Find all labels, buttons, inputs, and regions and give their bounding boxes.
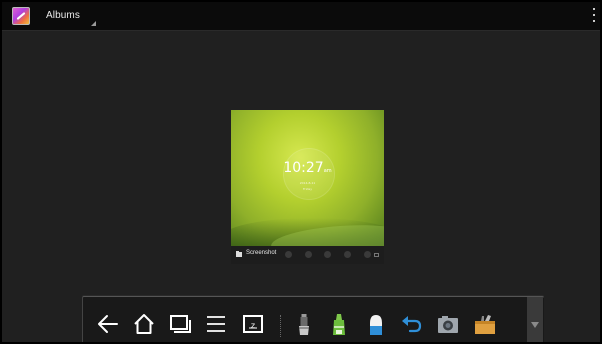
album-thumbnail[interactable]: 10:27am 2014-8-11 Friday bbox=[231, 110, 384, 246]
recent-apps-icon[interactable] bbox=[167, 311, 193, 337]
folder-icon bbox=[236, 251, 242, 257]
action-bar: Albums bbox=[2, 2, 600, 31]
overflow-menu-icon[interactable] bbox=[592, 8, 596, 22]
clock-ampm: am bbox=[323, 168, 332, 174]
album-type-icon bbox=[374, 253, 379, 257]
dock-dot bbox=[363, 250, 371, 258]
album-spinner-label[interactable]: Albums bbox=[46, 10, 80, 21]
dock-dot bbox=[285, 250, 293, 258]
album-card-screenshot[interactable]: 10:27am 2014-8-11 Friday Screenshot bbox=[231, 110, 384, 264]
dock-dot bbox=[324, 250, 332, 258]
gallery-app: Albums 10:27am 2014-8-11 Friday Screensh… bbox=[2, 2, 600, 342]
svg-text:z: z bbox=[251, 321, 255, 330]
back-icon[interactable] bbox=[95, 311, 121, 337]
clock-time-text: 10:27 bbox=[283, 160, 324, 176]
screenshot-icon[interactable]: z bbox=[240, 311, 266, 337]
undo-icon[interactable] bbox=[399, 311, 425, 337]
toolbar-collapse-handle[interactable] bbox=[527, 297, 543, 342]
highlighter-icon[interactable] bbox=[326, 311, 352, 337]
toolbar-divider bbox=[280, 315, 282, 337]
eraser-icon[interactable] bbox=[363, 311, 389, 337]
spinner-dropdown-icon[interactable] bbox=[91, 21, 96, 26]
album-label-bar: Screenshot bbox=[231, 246, 384, 264]
dock-dot bbox=[304, 250, 312, 258]
pen-icon[interactable] bbox=[291, 311, 317, 337]
dock-dot bbox=[344, 250, 352, 258]
overflow-dot bbox=[593, 14, 595, 16]
home-icon[interactable] bbox=[131, 311, 157, 337]
clock-day: Friday bbox=[302, 187, 313, 191]
gallery-app-icon[interactable] bbox=[12, 7, 30, 25]
clock-date: 2014-8-11 bbox=[299, 181, 316, 185]
floating-toolbar: z bbox=[82, 296, 544, 342]
menu-icon[interactable] bbox=[203, 311, 229, 337]
thumbnail-dock bbox=[279, 248, 377, 260]
collapse-arrow-icon[interactable] bbox=[531, 322, 539, 328]
camera-icon[interactable] bbox=[435, 311, 461, 337]
album-name: Screenshot bbox=[246, 250, 277, 256]
thumbnail-clock: 10:27am bbox=[231, 160, 384, 176]
overflow-dot bbox=[593, 8, 595, 10]
toolbox-icon[interactable] bbox=[472, 311, 498, 337]
overflow-dot bbox=[593, 20, 595, 22]
